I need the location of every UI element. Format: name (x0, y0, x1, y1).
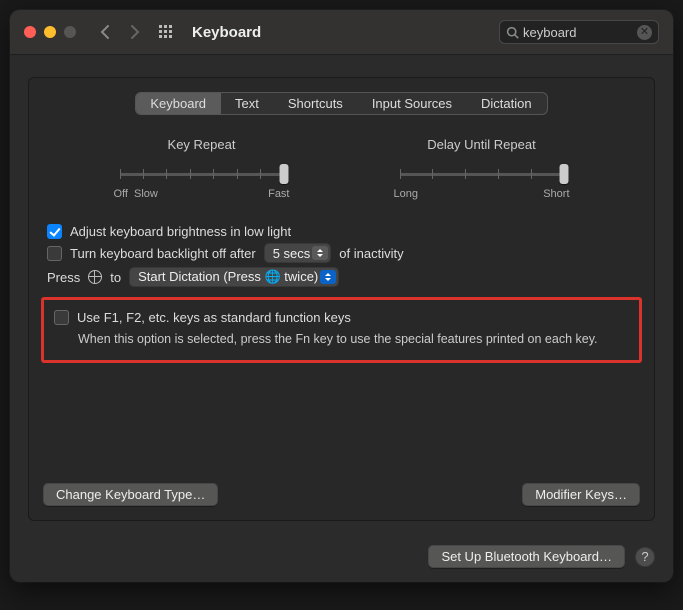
delay-until-repeat-slider[interactable]: Delay Until Repeat Long Short (392, 137, 572, 200)
key-repeat-slow-label: Slow (128, 188, 268, 200)
backlight-off-suffix: of inactivity (339, 246, 403, 261)
brightness-low-light-checkbox[interactable] (47, 224, 62, 239)
key-repeat-fast-label: Fast (268, 188, 289, 200)
press-globe-row: Press to Start Dictation (Press 🌐 twice) (47, 267, 640, 287)
chevron-updown-icon (320, 270, 336, 284)
fn-keys-highlight: Use F1, F2, etc. keys as standard functi… (41, 297, 642, 363)
press-globe-mid: to (110, 270, 121, 285)
window-controls (24, 26, 76, 38)
preferences-window: Keyboard ✕ KeyboardTextShortcutsInput So… (10, 10, 673, 582)
setup-bluetooth-keyboard-button[interactable]: Set Up Bluetooth Keyboard… (428, 545, 625, 568)
fn-keys-row[interactable]: Use F1, F2, etc. keys as standard functi… (54, 310, 629, 325)
key-repeat-off-label: Off (114, 188, 128, 200)
key-repeat-label: Key Repeat (112, 137, 292, 152)
tab-keyboard[interactable]: Keyboard (136, 93, 221, 114)
backlight-off-duration-popup[interactable]: 5 secs (264, 243, 332, 263)
brightness-low-light-label: Adjust keyboard brightness in low light (70, 224, 291, 239)
zoom-window-button[interactable] (64, 26, 76, 38)
forward-button[interactable] (124, 21, 146, 43)
slider-thumb[interactable] (559, 164, 568, 184)
fn-keys-checkbox[interactable] (54, 310, 69, 325)
minimize-window-button[interactable] (44, 26, 56, 38)
tab-dictation[interactable]: Dictation (467, 93, 547, 114)
change-keyboard-type-button[interactable]: Change Keyboard Type… (43, 483, 218, 506)
backlight-off-row[interactable]: Turn keyboard backlight off after 5 secs… (47, 243, 640, 263)
tab-text[interactable]: Text (221, 93, 274, 114)
help-button[interactable]: ? (635, 547, 655, 567)
search-field[interactable]: ✕ (499, 20, 659, 44)
back-button[interactable] (94, 21, 116, 43)
tab-shortcuts[interactable]: Shortcuts (274, 93, 358, 114)
titlebar: Keyboard ✕ (10, 10, 673, 55)
window-title: Keyboard (192, 24, 261, 41)
brightness-low-light-row[interactable]: Adjust keyboard brightness in low light (47, 224, 640, 239)
clear-search-button[interactable]: ✕ (637, 25, 652, 40)
backlight-off-prefix: Turn keyboard backlight off after (70, 246, 256, 261)
fn-keys-label: Use F1, F2, etc. keys as standard functi… (77, 310, 351, 325)
key-repeat-slider[interactable]: Key Repeat Off Slow Fast (112, 137, 292, 200)
tab-input-sources[interactable]: Input Sources (358, 93, 467, 114)
tab-bar: KeyboardTextShortcutsInput SourcesDictat… (135, 92, 547, 115)
show-all-prefs-button[interactable] (154, 20, 178, 44)
press-globe-popup[interactable]: Start Dictation (Press 🌐 twice) (129, 267, 339, 287)
close-window-button[interactable] (24, 26, 36, 38)
keyboard-panel: KeyboardTextShortcutsInput SourcesDictat… (28, 77, 655, 521)
globe-icon (88, 270, 102, 284)
delay-until-repeat-label: Delay Until Repeat (392, 137, 572, 152)
fn-keys-hint: When this option is selected, press the … (78, 331, 629, 348)
search-icon (506, 26, 519, 39)
delay-long-label: Long (394, 188, 418, 200)
backlight-off-checkbox[interactable] (47, 246, 62, 261)
slider-thumb[interactable] (279, 164, 288, 184)
press-globe-prefix: Press (47, 270, 80, 285)
modifier-keys-button[interactable]: Modifier Keys… (522, 483, 640, 506)
delay-short-label: Short (543, 188, 569, 200)
search-input[interactable] (519, 24, 637, 41)
chevron-updown-icon (312, 246, 328, 260)
